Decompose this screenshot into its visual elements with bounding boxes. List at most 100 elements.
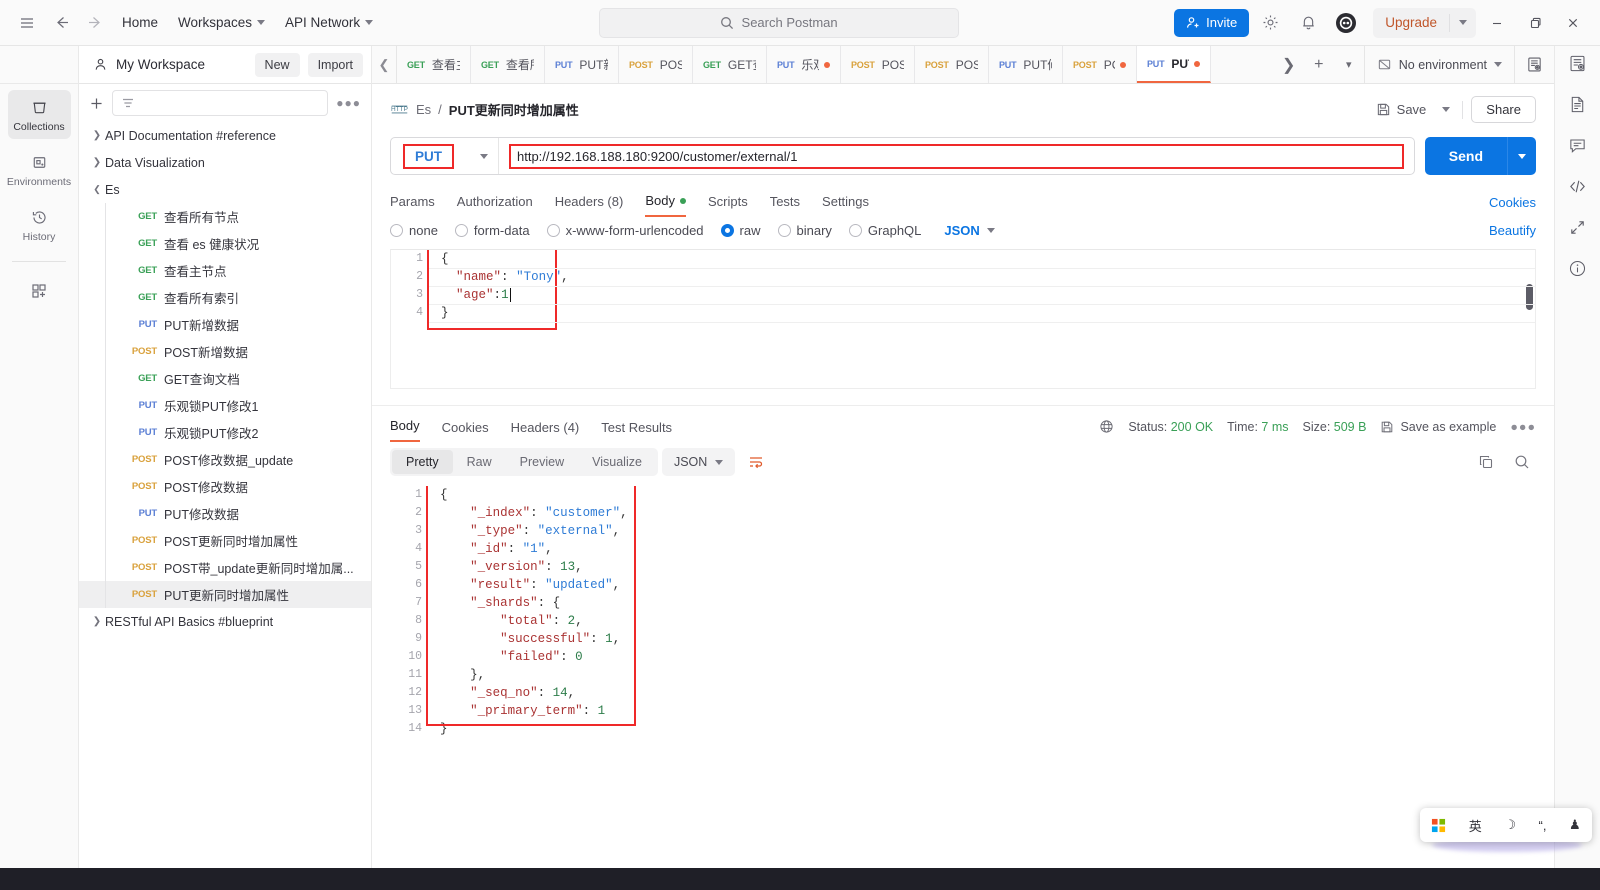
back-arrow-icon[interactable] — [44, 6, 78, 40]
editor-scrollbar[interactable] — [1526, 284, 1533, 310]
url-input[interactable]: http://192.168.188.180:9200/customer/ext… — [509, 144, 1404, 169]
new-module-button[interactable] — [8, 274, 71, 306]
send-options-chevron-down-icon[interactable] — [1507, 137, 1536, 175]
list-item[interactable]: GETGET查询文档 — [79, 365, 371, 392]
ellipsis-icon[interactable]: ●●● — [1510, 420, 1536, 434]
tab-headers[interactable]: Headers (8) — [555, 188, 624, 216]
request-tab[interactable]: POSTPOS — [619, 46, 693, 83]
request-tab[interactable]: PUTPUT修 — [989, 46, 1063, 83]
new-tab-button[interactable]: + — [1304, 56, 1334, 74]
avatar-icon[interactable] — [1329, 6, 1363, 40]
radio-icon[interactable] — [547, 224, 560, 237]
tab-list-chevron-down-icon[interactable]: ▾ — [1334, 58, 1364, 71]
environment-quick-look-icon[interactable] — [1568, 54, 1587, 73]
request-tab[interactable]: PUTPUT新 — [545, 46, 619, 83]
beautify-button[interactable]: Beautify — [1489, 223, 1536, 238]
tab-authorization[interactable]: Authorization — [457, 188, 533, 216]
bell-icon[interactable] — [1291, 6, 1325, 40]
request-tab[interactable]: GET查看所 — [471, 46, 545, 83]
hamburger-icon[interactable] — [10, 6, 44, 40]
method-selector[interactable]: PUT — [391, 138, 499, 174]
filter-input[interactable] — [112, 90, 328, 116]
request-tab[interactable]: PUT乐观 — [767, 46, 841, 83]
tab-params[interactable]: Params — [390, 188, 435, 216]
view-mode-visualize[interactable]: Visualize — [578, 450, 656, 474]
list-item[interactable]: GET查看 es 健康状况 — [79, 230, 371, 257]
request-tab[interactable]: POSTPOS — [841, 46, 915, 83]
list-item[interactable]: PUTPUT新增数据 — [79, 311, 371, 338]
list-item[interactable]: POSTPOST新增数据 — [79, 338, 371, 365]
upgrade-group[interactable]: Upgrade — [1373, 8, 1476, 38]
code-snippet-icon[interactable] — [1568, 177, 1587, 196]
list-item[interactable]: GET查看主节点 — [79, 257, 371, 284]
ime-moon-icon[interactable]: ☽ — [1504, 817, 1516, 833]
wrap-lines-icon[interactable] — [741, 448, 771, 476]
minimize-button[interactable] — [1480, 7, 1514, 39]
new-button[interactable]: New — [255, 53, 300, 77]
invite-button[interactable]: Invite — [1174, 9, 1249, 37]
response-tab-body[interactable]: Body — [390, 418, 420, 442]
tab-settings[interactable]: Settings — [822, 188, 869, 216]
chevron-left-icon[interactable]: ❮ — [372, 46, 397, 83]
tab-scroll-right-icon[interactable]: ❯ — [1274, 55, 1304, 75]
list-item[interactable]: PUT乐观锁PUT修改2 — [79, 419, 371, 446]
response-format-selector[interactable]: JSON — [662, 448, 735, 476]
api-network-menu[interactable]: API Network — [275, 9, 383, 36]
forward-arrow-icon[interactable] — [78, 6, 112, 40]
tab-body[interactable]: Body — [645, 187, 686, 217]
request-tab[interactable]: GETGET查 — [693, 46, 767, 83]
info-icon[interactable] — [1568, 259, 1587, 278]
collection-group-es[interactable]: ❮ Es — [79, 176, 371, 203]
plus-icon[interactable] — [89, 96, 104, 111]
response-tab-headers[interactable]: Headers (4) — [511, 420, 580, 442]
expand-icon[interactable] — [1568, 218, 1587, 237]
response-body[interactable]: 1{2 "_index": "customer",3 "_type": "ext… — [390, 486, 1536, 868]
breadcrumb-collection[interactable]: Es — [416, 102, 431, 117]
tab-tests[interactable]: Tests — [770, 188, 800, 216]
body-format-selector[interactable]: JSON — [944, 223, 994, 238]
list-item[interactable]: POSTPOST带_update更新同时增加属... — [79, 554, 371, 581]
view-mode-preview[interactable]: Preview — [506, 450, 578, 474]
ime-punctuation-icon[interactable]: “, — [1539, 818, 1547, 833]
import-button[interactable]: Import — [308, 53, 363, 77]
request-tab[interactable]: POSTPOS — [1063, 46, 1137, 83]
list-item[interactable]: POSTPOST修改数据_update — [79, 446, 371, 473]
ellipsis-icon[interactable]: ●●● — [336, 96, 361, 110]
sidebar-item-environments[interactable]: Environments — [8, 145, 71, 194]
collection-group-data-visualization[interactable]: ❯ Data Visualization — [79, 149, 371, 176]
radio-icon[interactable] — [390, 224, 403, 237]
environment-selector[interactable]: No environment — [1364, 46, 1514, 83]
request-tab[interactable]: POSTPOS — [915, 46, 989, 83]
request-tab[interactable]: PUTPUT更 — [1137, 46, 1211, 83]
save-options-chevron-down-icon[interactable] — [1438, 102, 1454, 117]
request-tab[interactable]: GET查看主 — [397, 46, 471, 83]
sidebar-item-history[interactable]: History — [8, 200, 71, 249]
upgrade-chevron-down-icon[interactable] — [1449, 14, 1476, 32]
list-item[interactable]: GET查看所有索引 — [79, 284, 371, 311]
ime-toolbar[interactable]: 英 ☽ “, ♟ — [1420, 808, 1592, 842]
maximize-button[interactable] — [1518, 7, 1552, 39]
gear-icon[interactable] — [1253, 6, 1287, 40]
home-link[interactable]: Home — [112, 9, 168, 36]
globe-icon[interactable] — [1099, 419, 1114, 434]
view-mode-raw[interactable]: Raw — [453, 450, 506, 474]
ime-language-label[interactable]: 英 — [1469, 816, 1482, 835]
radio-icon[interactable] — [455, 224, 468, 237]
response-tab-cookies[interactable]: Cookies — [442, 420, 489, 442]
view-mode-pretty[interactable]: Pretty — [392, 450, 453, 474]
tab-scripts[interactable]: Scripts — [708, 188, 748, 216]
list-item[interactable]: PUTPUT修改数据 — [79, 500, 371, 527]
body-type-none[interactable]: none — [390, 223, 438, 238]
list-item[interactable]: GET查看所有节点 — [79, 203, 371, 230]
body-type-form-data[interactable]: form-data — [455, 223, 530, 238]
save-as-example-button[interactable]: Save as example — [1380, 420, 1496, 434]
body-type-raw[interactable]: raw — [721, 223, 761, 238]
radio-icon[interactable] — [721, 224, 734, 237]
documentation-icon[interactable] — [1568, 95, 1587, 114]
ime-tools-icon[interactable]: ♟ — [1569, 817, 1581, 833]
send-button[interactable]: Send — [1425, 137, 1536, 175]
sidebar-item-collections[interactable]: Collections — [8, 90, 71, 139]
upgrade-button[interactable]: Upgrade — [1373, 15, 1449, 30]
radio-icon[interactable] — [849, 224, 862, 237]
close-button[interactable] — [1556, 7, 1590, 39]
